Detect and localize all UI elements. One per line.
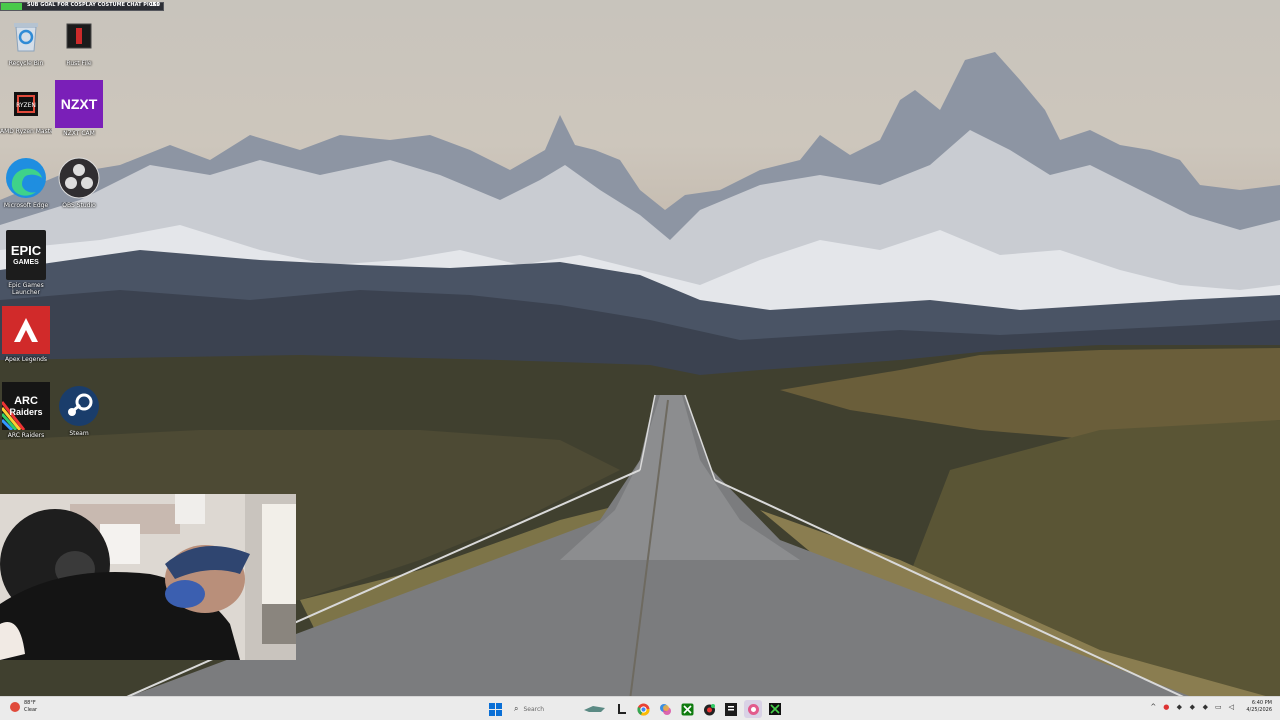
svg-text:RYZEN: RYZEN	[16, 102, 36, 109]
desktop-icon-label: ARC Raiders	[7, 432, 45, 439]
desktop-icon-label: Microsoft Edge	[3, 202, 49, 209]
desktop-icon-steam[interactable]: Steam	[53, 384, 105, 437]
arc-tile-text-2: Raiders	[9, 406, 43, 417]
clock-date: 4/25/2026	[1246, 707, 1272, 713]
webcam-feed	[0, 494, 296, 660]
weather-condition: Clear	[24, 707, 38, 713]
search-icon: ⌕	[514, 704, 519, 713]
desktop-icon-epic-games[interactable]: EPIC GAMES Epic Games Launcher	[0, 230, 52, 296]
edge-icon	[4, 156, 48, 200]
desktop-icon-obs[interactable]: OBS Studio	[53, 156, 105, 209]
desktop-icon-label: Apex Legends	[4, 356, 48, 363]
desktop-icon-label: NZXT CAM	[63, 130, 95, 137]
weather-text: 88°F Clear	[24, 700, 37, 714]
desktop-icon-label: Steam	[69, 430, 89, 437]
desktop-screen: SUB GOAL FOR COSPLAY COSTUME CHAT PICKS …	[0, 0, 1280, 720]
steam-icon	[57, 384, 101, 428]
windows-start-icon[interactable]	[486, 700, 504, 718]
taskbar: 88°F Clear ⌕ Search ^ ● ◆ ◆ ◆ ▭ ◁ 6:40 P…	[0, 696, 1280, 720]
stream-goal-progress	[1, 3, 23, 10]
ryzen-master-icon: RYZEN	[4, 82, 48, 126]
weather-icon	[10, 702, 20, 712]
nzxt-tile-text: NZXT	[60, 96, 98, 112]
desktop-icon-label: AMD Ryzen Master	[0, 128, 52, 135]
stream-goal-count: 150	[149, 2, 160, 8]
widget-icon[interactable]	[582, 700, 608, 718]
recycle-bin-icon	[4, 14, 48, 58]
desktop-icon-nzxt-cam[interactable]: NZXT NZXT CAM	[53, 80, 105, 137]
volume-icon[interactable]: ◁	[1227, 703, 1235, 711]
epic-tile-text-2: GAMES	[13, 258, 39, 266]
desktop-icon-ryzen-master[interactable]: RYZEN AMD Ryzen Master	[0, 82, 52, 135]
desktop-icon-recycle-bin[interactable]: Recycle Bin	[0, 14, 52, 67]
nzxt-cam-icon: NZXT	[55, 80, 103, 128]
chrome-icon[interactable]	[634, 700, 652, 718]
tray-app-icon[interactable]: ●	[1162, 703, 1170, 711]
desktop-icon-apex-legends[interactable]: Apex Legends	[0, 306, 52, 363]
arc-tile-text-1: ARC	[14, 394, 38, 407]
copilot-icon[interactable]	[656, 700, 674, 718]
xbox-icon[interactable]	[678, 700, 696, 718]
desktop-icon-label: OBS Studio	[62, 202, 96, 209]
desktop-icon-label: Rust File	[66, 60, 92, 67]
system-tray: ^ ● ◆ ◆ ◆ ▭ ◁ 6:40 PM 4/25/2026	[1149, 700, 1272, 714]
search-placeholder: Search	[523, 705, 545, 713]
arc-raiders-icon: ARC Raiders	[2, 382, 50, 430]
network-icon[interactable]: ▭	[1214, 703, 1222, 711]
weather-temp: 88°F	[24, 700, 36, 706]
desktop-icon-arc-raiders[interactable]: ARC Raiders ARC Raiders	[0, 382, 52, 439]
desktop-icon-rust-file[interactable]: Rust File	[53, 14, 105, 67]
epic-games-icon: EPIC GAMES	[6, 230, 46, 280]
tray-app-icon-3[interactable]: ◆	[1188, 703, 1196, 711]
stream-goal-text: SUB GOAL FOR COSPLAY COSTUME CHAT PICKS	[27, 2, 160, 8]
rust-file-icon	[57, 14, 101, 58]
obs-icon	[57, 156, 101, 200]
file-explorer-icon[interactable]	[612, 700, 630, 718]
clock[interactable]: 6:40 PM 4/25/2026	[1246, 700, 1272, 714]
stream-goal-bar: SUB GOAL FOR COSPLAY COSTUME CHAT PICKS …	[0, 2, 164, 11]
chevron-up-icon[interactable]: ^	[1149, 703, 1157, 711]
taskbar-search[interactable]: ⌕ Search	[508, 701, 572, 717]
epic-tile-text-1: EPIC	[10, 242, 42, 258]
app-icon[interactable]	[700, 700, 718, 718]
tray-app-icon-2[interactable]: ◆	[1175, 703, 1183, 711]
clock-time: 6:40 PM	[1251, 700, 1272, 706]
epic-games-icon[interactable]	[722, 700, 740, 718]
paint-icon[interactable]	[744, 700, 762, 718]
tray-app-icon-4[interactable]: ◆	[1201, 703, 1209, 711]
desktop-icon-label: Epic Games Launcher	[8, 282, 44, 296]
apex-legends-icon	[2, 306, 50, 354]
desktop-icon-edge[interactable]: Microsoft Edge	[0, 156, 52, 209]
taskbar-apps: ⌕ Search	[486, 700, 788, 718]
webcam-overlay	[0, 494, 296, 660]
nzxt-icon[interactable]	[766, 700, 784, 718]
weather-widget[interactable]: 88°F Clear	[10, 700, 37, 714]
desktop-icon-label: Recycle Bin	[8, 60, 44, 67]
